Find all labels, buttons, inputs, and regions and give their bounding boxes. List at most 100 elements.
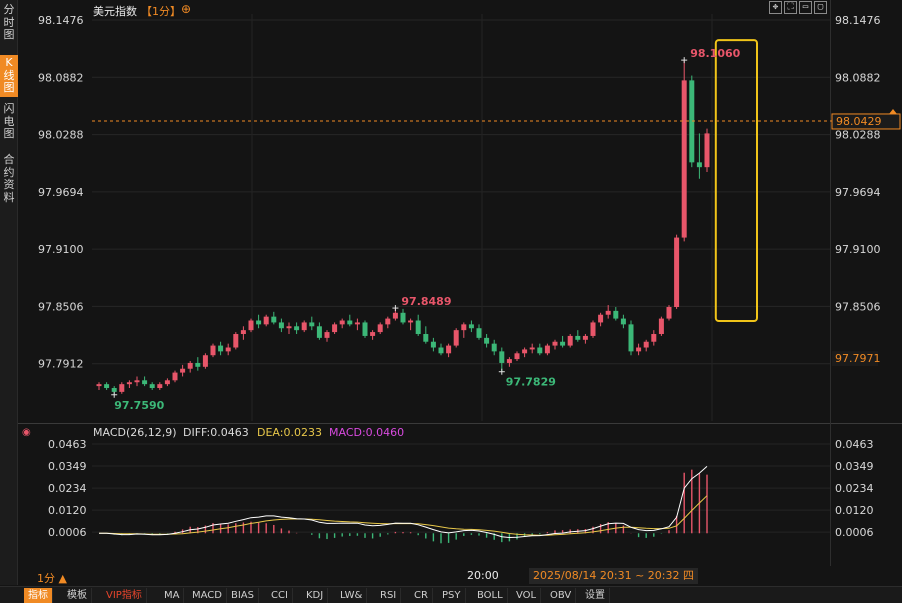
candle-body [506,359,512,363]
candle [233,332,239,350]
candle-body [142,380,148,385]
macd-axis-right-label: 0.0234 [835,482,874,495]
macd-axis-left-label: 0.0463 [48,438,87,451]
candle [514,351,520,362]
candle-body [674,237,680,308]
candle [415,314,421,336]
price-annotation: 98.1060 [690,47,740,60]
candle [157,382,163,390]
tab-kdj[interactable]: KDJ [302,588,329,603]
price-axis-right-label: 98.0882 [835,71,881,84]
close-icon[interactable]: ▢ [814,1,827,14]
candle-body [468,324,474,329]
candle [643,339,649,352]
candle-body [347,320,353,325]
candle [681,60,687,242]
candle-body [461,324,467,331]
alert-arrow-icon [889,108,897,114]
period-label[interactable]: 【1分】 [141,3,181,19]
macd-axis-right-label: 0.0120 [835,504,874,517]
candle [674,234,680,309]
candle-body [696,162,702,168]
tab-cci[interactable]: CCI [267,588,293,603]
candle-body [218,345,224,352]
candle [567,334,573,348]
candle-body [202,355,208,367]
tab-rsi[interactable]: RSI [376,588,402,603]
candle-body [544,345,550,354]
tab-settings[interactable]: 设置 [581,588,610,603]
candle [560,335,566,348]
candle [582,334,588,344]
candle [385,316,391,329]
candle [164,378,170,387]
candle-body [377,324,383,333]
macd-diff-value: DIFF:0.0463 [183,426,249,439]
candle [522,347,528,358]
price-axis-left-label: 97.9100 [38,243,84,256]
candle [104,382,110,390]
tab-vol[interactable]: VOL [512,588,542,603]
candle [218,341,224,356]
candle-body [651,334,657,342]
candle-body [499,351,505,363]
candle [590,320,596,338]
candle [96,382,102,390]
candle-body [233,334,239,348]
move-icon[interactable]: ✥ [769,1,782,14]
candle-body [666,307,672,319]
tab-macd[interactable]: MACD [188,588,227,603]
tab-obv[interactable]: OBV [546,588,577,603]
candle [187,361,193,373]
price-axis-right-label: 98.1476 [835,14,881,27]
candle-body [339,320,345,325]
price-chart[interactable]: 98.1476 98.0882 98.0288 97.9694 97.9100 97.85… [0,0,902,603]
price-annotation: 97.8489 [401,295,451,308]
candle [468,320,474,333]
candle-body [552,341,558,346]
candle [354,318,360,331]
tab-lw[interactable]: LW& [336,588,368,603]
candle-body [354,322,360,325]
indicator-toggle-icon[interactable]: ◉ [22,427,31,438]
candle [339,318,345,329]
candle-body [590,322,596,336]
candle-body [636,347,642,352]
candle-body [172,372,178,381]
candle-body [96,384,102,387]
candle-body [605,310,611,315]
candle [658,316,664,336]
candle-body [316,326,322,338]
minimize-icon[interactable]: ▭ [799,1,812,14]
candle [370,330,376,340]
tab-boll[interactable]: BOLL [473,588,508,603]
price-axis-right-label: 97.8506 [835,300,881,313]
macd-axis-right-label: 0.0349 [835,460,874,473]
candle [453,328,459,348]
candle-body [598,314,604,323]
candles [96,60,710,395]
tab-vip-indicators[interactable]: VIP指标 [102,588,147,603]
tab-ma[interactable]: MA [160,588,185,603]
candle-body [537,347,543,354]
candle [347,314,353,327]
candle-body [286,326,292,329]
price-axis-right-label: 97.9694 [835,186,881,199]
candle [544,343,550,356]
period-selector[interactable]: 1分 ▲ [37,570,67,586]
macd-params: MACD(26,12,9) [93,426,177,439]
fullscreen-icon[interactable]: ⛶ [784,1,797,14]
tab-psy[interactable]: PSY [438,588,466,603]
candle-body [119,384,125,392]
tab-template[interactable]: 模板 [63,588,92,603]
price-axis-left-label: 97.7912 [38,358,84,371]
plus-circle-icon[interactable]: ⊕ [181,2,191,16]
candle [461,322,467,338]
tab-indicators[interactable]: 指标 [24,588,53,603]
candle [506,357,512,367]
tab-bias[interactable]: BIAS [227,588,259,603]
candle-body [195,362,201,367]
tab-cr[interactable]: CR [410,588,433,603]
candle [202,353,208,369]
candle [362,320,368,338]
